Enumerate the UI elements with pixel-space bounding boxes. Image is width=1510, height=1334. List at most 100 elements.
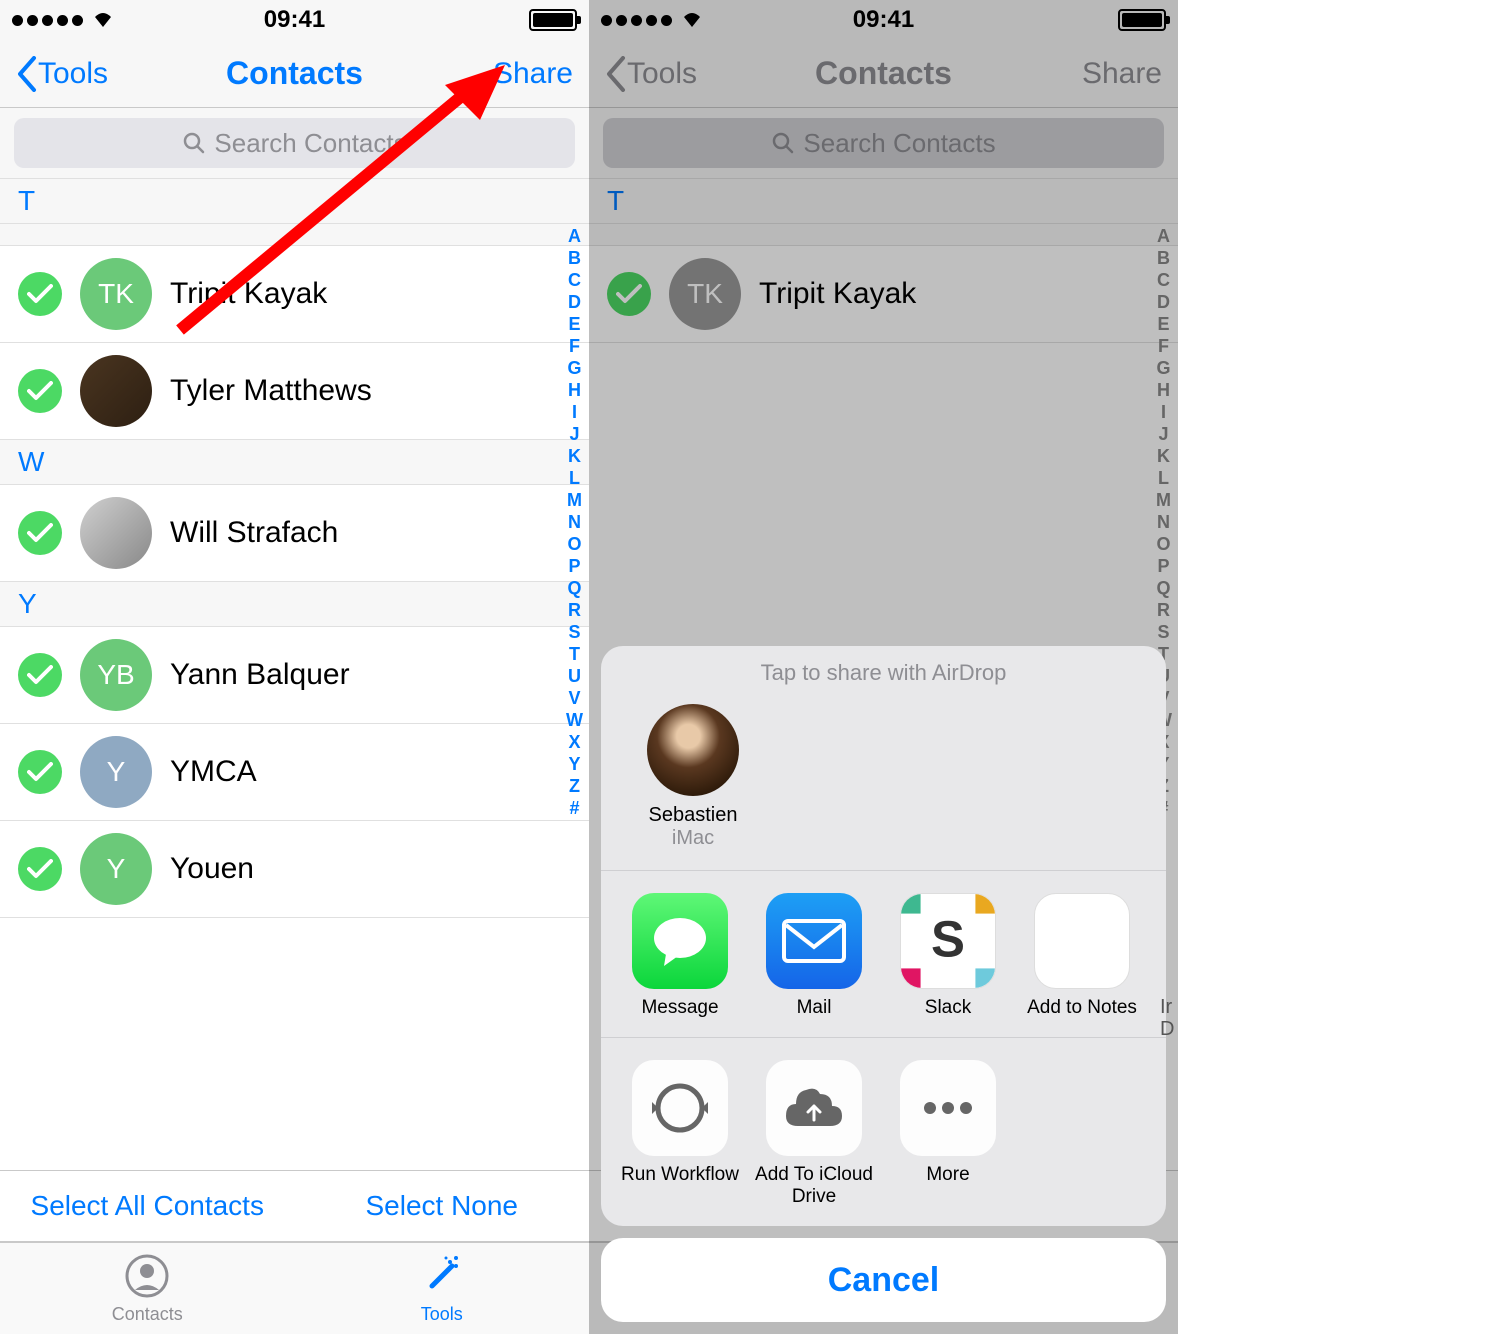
airdrop-title: Tap to share with AirDrop [601, 646, 1166, 694]
index-letter[interactable]: A [566, 225, 583, 247]
tools-icon [418, 1252, 466, 1300]
index-letter[interactable]: I [566, 401, 583, 423]
action-label: More [926, 1164, 969, 1186]
index-letter[interactable]: M [566, 489, 583, 511]
action-label: Run Workflow [621, 1164, 739, 1186]
avatar: YB [80, 639, 152, 711]
share-button[interactable]: Share [493, 57, 573, 91]
index-letter[interactable]: G [566, 357, 583, 379]
checkmark-icon[interactable] [18, 847, 62, 891]
index-letter[interactable]: P [566, 555, 583, 577]
share-app-message[interactable]: Message [613, 893, 747, 1019]
cancel-button[interactable]: Cancel [601, 1238, 1166, 1322]
share-app-notes[interactable]: Add to Notes [1015, 893, 1149, 1019]
back-button[interactable]: Tools [16, 56, 108, 92]
search-icon [182, 131, 206, 155]
status-bar: 09:41 [0, 0, 589, 40]
checkmark-icon[interactable] [18, 750, 62, 794]
index-letter[interactable]: W [566, 709, 583, 731]
index-letter[interactable]: R [566, 599, 583, 621]
nav-title: Contacts [226, 55, 363, 92]
action-label: Add To iCloud Drive [747, 1164, 881, 1208]
contact-row[interactable]: Y Youen [0, 821, 589, 918]
avatar: Y [80, 736, 152, 808]
wifi-icon [91, 7, 115, 33]
contact-name: Will Strafach [170, 516, 338, 550]
tab-label: Contacts [112, 1304, 183, 1325]
checkmark-icon[interactable] [18, 511, 62, 555]
index-letter[interactable]: L [566, 467, 583, 489]
airdrop-row: Sebastien iMac [601, 694, 1166, 871]
slack-icon: S [900, 893, 996, 989]
contacts-icon [123, 1252, 171, 1300]
screen-right: 09:41 Tools Contacts Share Search Contac… [589, 0, 1178, 1334]
checkmark-icon[interactable] [18, 272, 62, 316]
index-letter[interactable]: C [566, 269, 583, 291]
contact-row[interactable]: Will Strafach [0, 485, 589, 582]
section-sub [0, 224, 589, 246]
index-letter[interactable]: T [566, 643, 583, 665]
index-letter[interactable]: U [566, 665, 583, 687]
contact-row[interactable]: Y YMCA [0, 724, 589, 821]
search-input[interactable]: Search Contacts [14, 118, 575, 168]
airdrop-name: Sebastien [649, 804, 738, 827]
index-letter[interactable]: O [566, 533, 583, 555]
index-letter[interactable]: J [566, 423, 583, 445]
airdrop-avatar [647, 704, 739, 796]
index-letter[interactable]: # [566, 797, 583, 819]
tab-tools[interactable]: Tools [295, 1243, 590, 1334]
contact-list[interactable]: T TK Tripit Kayak Tyler Matthews W Will … [0, 179, 589, 1170]
search-area: Search Contacts [0, 108, 589, 179]
share-panel: Tap to share with AirDrop Sebastien iMac… [601, 646, 1166, 1226]
nav-bar: Tools Contacts Share [0, 40, 589, 108]
share-app-mail[interactable]: Mail [747, 893, 881, 1019]
bottom-select-bar: Select All Contacts Select None [0, 1170, 589, 1242]
section-header-t: T [0, 179, 589, 224]
index-letter[interactable]: N [566, 511, 583, 533]
tab-contacts[interactable]: Contacts [0, 1243, 295, 1334]
tab-bar: Contacts Tools [0, 1242, 589, 1334]
airdrop-target[interactable]: Sebastien iMac [629, 704, 757, 850]
workflow-icon [632, 1060, 728, 1156]
contact-name: Youen [170, 852, 254, 886]
share-actions-row[interactable]: Run Workflow Add To iCloud Drive More [601, 1038, 1166, 1226]
index-letter[interactable]: H [566, 379, 583, 401]
checkmark-icon[interactable] [18, 653, 62, 697]
index-letter[interactable]: E [566, 313, 583, 335]
contact-name: Tyler Matthews [170, 374, 372, 408]
icloud-icon [766, 1060, 862, 1156]
more-icon [900, 1060, 996, 1156]
index-letter[interactable]: X [566, 731, 583, 753]
share-app-slack[interactable]: S Slack [881, 893, 1015, 1019]
notes-icon [1034, 893, 1130, 989]
search-placeholder: Search Contacts [214, 128, 406, 159]
contact-row[interactable]: Tyler Matthews [0, 343, 589, 440]
index-letter[interactable]: B [566, 247, 583, 269]
contact-name: YMCA [170, 755, 257, 789]
action-icloud[interactable]: Add To iCloud Drive [747, 1060, 881, 1208]
index-letter[interactable]: Y [566, 753, 583, 775]
index-letter[interactable]: Q [566, 577, 583, 599]
section-header-y: Y [0, 582, 589, 627]
share-apps-row[interactable]: Message Mail S Slack [601, 871, 1166, 1038]
index-letter[interactable]: Z [566, 775, 583, 797]
share-label: Mail [797, 997, 832, 1019]
contact-name: Yann Balquer [170, 658, 350, 692]
index-letter[interactable]: F [566, 335, 583, 357]
alphabet-index[interactable]: ABCDEFGHIJKLMNOPQRSTUVWXYZ# [566, 225, 583, 819]
index-letter[interactable]: K [566, 445, 583, 467]
contact-row[interactable]: TK Tripit Kayak [0, 246, 589, 343]
action-more[interactable]: More [881, 1060, 1015, 1208]
index-letter[interactable]: S [566, 621, 583, 643]
checkmark-icon[interactable] [18, 369, 62, 413]
select-all-button[interactable]: Select All Contacts [0, 1171, 295, 1241]
select-none-button[interactable]: Select None [295, 1171, 590, 1241]
screen-left: 09:41 Tools Contacts Share Search Contac… [0, 0, 589, 1334]
contact-row[interactable]: YB Yann Balquer [0, 627, 589, 724]
section-header-w: W [0, 440, 589, 485]
index-letter[interactable]: V [566, 687, 583, 709]
action-workflow[interactable]: Run Workflow [613, 1060, 747, 1208]
airdrop-device: iMac [672, 827, 714, 850]
index-letter[interactable]: D [566, 291, 583, 313]
chevron-left-icon [16, 56, 38, 92]
